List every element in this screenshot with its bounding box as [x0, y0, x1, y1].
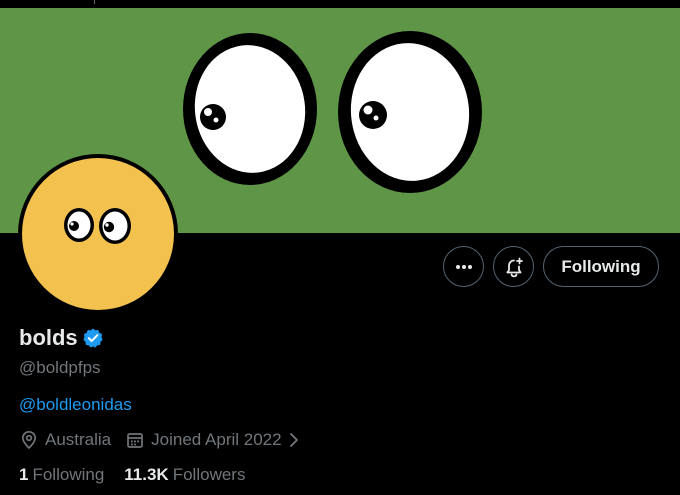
name-row: bolds [19, 325, 104, 351]
bio-mention-link[interactable]: @boldleonidas [19, 395, 132, 415]
following-count: 1 [19, 465, 29, 484]
bell-plus-icon [506, 257, 523, 277]
more-horizontal-icon [455, 264, 472, 269]
calendar-icon [127, 433, 143, 448]
verified-badge-icon[interactable] [82, 327, 104, 349]
followers-count: 11.3K [124, 465, 169, 484]
followers-count-link[interactable]: 11.3K Followers [124, 465, 245, 485]
handle: @boldpfps [19, 358, 101, 377]
profile-meta: Australia Joined April 2022 [19, 430, 306, 450]
profile-page: Following bolds @boldpfps @boldleonidas … [0, 0, 680, 495]
following-button[interactable]: Following [543, 246, 659, 287]
following-label: Following [32, 465, 105, 484]
chevron-right-icon [288, 432, 306, 448]
display-name: bolds [19, 325, 78, 350]
followers-label: Followers [172, 465, 246, 484]
avatar[interactable] [18, 154, 178, 314]
joined-item[interactable]: Joined April 2022 [125, 430, 305, 450]
more-options-button[interactable] [443, 246, 484, 287]
joined-text: Joined April 2022 [151, 430, 282, 449]
following-count-link[interactable]: 1 Following [19, 465, 104, 485]
notifications-button[interactable] [493, 246, 534, 287]
location-item: Australia [19, 430, 111, 450]
follow-stats: 1 Following 11.3K Followers [19, 465, 245, 485]
location-pin-icon [21, 430, 37, 449]
location-text: Australia [45, 430, 112, 449]
top-strip [0, 0, 680, 8]
